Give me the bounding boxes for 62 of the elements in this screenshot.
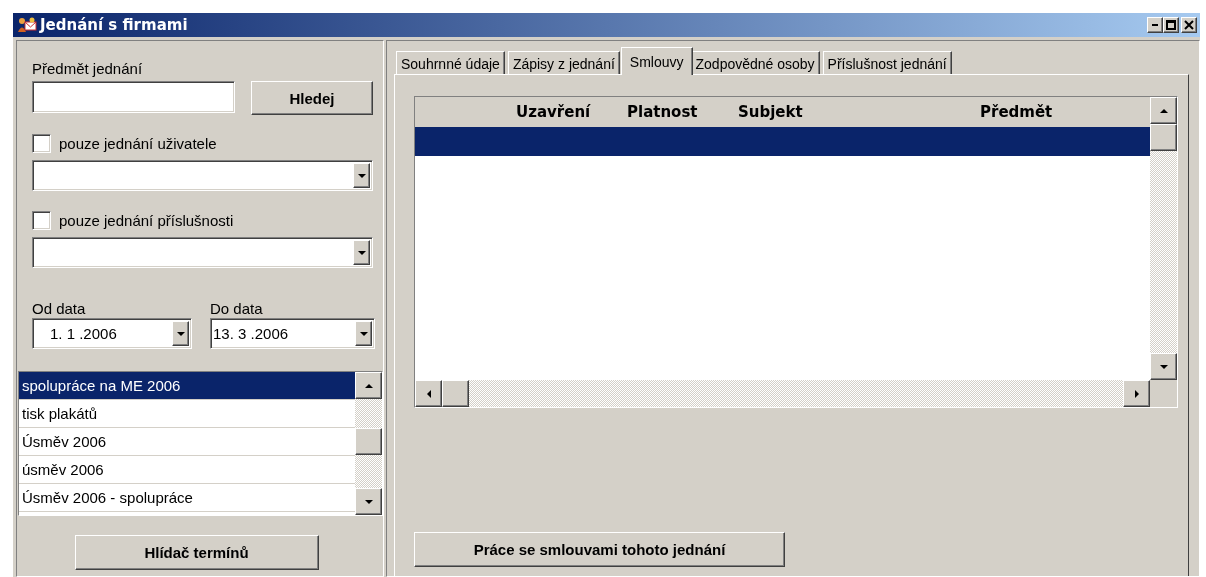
- scrollbar[interactable]: [415, 380, 1150, 407]
- checkbox-label: pouze jednání uživatele: [59, 134, 217, 152]
- scroll-thumb[interactable]: [1150, 124, 1177, 151]
- right-arrow-icon: [1132, 388, 1141, 399]
- close-button[interactable]: [1181, 17, 1197, 33]
- date-picker[interactable]: 1. 1 .2006: [32, 318, 192, 349]
- dropdown-button[interactable]: [355, 321, 372, 346]
- window-title: Jednání s firmami: [40, 16, 189, 34]
- scroll-left-button[interactable]: [415, 380, 442, 407]
- scrollbar[interactable]: [1150, 97, 1177, 380]
- minimize-icon: [1152, 24, 1158, 26]
- down-arrow-icon: [356, 171, 367, 180]
- date-label: Od data: [32, 300, 87, 317]
- up-arrow-icon: [1158, 106, 1169, 115]
- list-item[interactable]: Úsměv 2006 - spolupráce: [19, 484, 355, 512]
- down-arrow-icon: [363, 497, 374, 506]
- list-item[interactable]: tisk plakátů: [19, 400, 355, 428]
- checkbox[interactable]: [32, 210, 51, 230]
- column-header[interactable]: Předmět: [979, 103, 1150, 121]
- up-arrow-icon: [363, 381, 374, 390]
- scroll-up-button[interactable]: [355, 372, 382, 399]
- search-button[interactable]: Hledej: [251, 81, 373, 115]
- person-mail-icon: [17, 16, 37, 34]
- tab[interactable]: Zodpovědné osoby: [690, 51, 820, 75]
- maximize-icon: [1166, 20, 1176, 30]
- tab[interactable]: Zápisy z jednání: [507, 51, 620, 75]
- dropdown-button[interactable]: [353, 240, 370, 265]
- dropdown[interactable]: [32, 160, 373, 191]
- down-arrow-icon: [356, 248, 367, 257]
- close-icon: [1184, 20, 1194, 30]
- scroll-thumb[interactable]: [442, 380, 469, 407]
- search-field[interactable]: [32, 81, 235, 113]
- field-label: Předmět jednání: [32, 60, 144, 79]
- date-picker[interactable]: 13. 3 .2006: [210, 318, 375, 349]
- dropdown[interactable]: [32, 237, 373, 268]
- checkbox[interactable]: [32, 133, 51, 153]
- list-item[interactable]: spolupráce na ME 2006: [19, 372, 355, 400]
- column-header[interactable]: Subjekt: [737, 103, 979, 121]
- scroll-right-button[interactable]: [1123, 380, 1150, 407]
- scroll-thumb[interactable]: [355, 428, 382, 455]
- date-label: Do data: [210, 300, 264, 317]
- checkbox-label: pouze jednání příslušnosti: [59, 211, 234, 229]
- tab[interactable]: Příslušnost jednání: [822, 51, 952, 75]
- minimize-button[interactable]: [1147, 17, 1163, 33]
- down-arrow-icon: [358, 329, 369, 338]
- column-header[interactable]: Platnost: [626, 103, 737, 121]
- scroll-up-button[interactable]: [1150, 97, 1177, 124]
- tab[interactable]: Smlouvy: [620, 47, 693, 75]
- list-item[interactable]: úsměv 2006: [19, 456, 355, 484]
- contracts-button[interactable]: Práce se smlouvami tohoto jednání: [414, 532, 785, 567]
- dropdown-button[interactable]: [172, 321, 189, 346]
- dropdown-button[interactable]: [353, 163, 370, 188]
- maximize-button[interactable]: [1163, 17, 1179, 33]
- deadline-watch-button[interactable]: Hlídač termínů: [74, 535, 319, 570]
- down-arrow-icon: [175, 329, 186, 338]
- scroll-down-button[interactable]: [1150, 353, 1177, 380]
- tab[interactable]: Souhrnné údaje: [396, 51, 505, 75]
- scrollbar[interactable]: [355, 372, 382, 515]
- scroll-down-button[interactable]: [355, 488, 382, 515]
- column-header[interactable]: Uzavření: [515, 103, 626, 121]
- list-item[interactable]: Úsměv 2006: [19, 428, 355, 456]
- down-arrow-icon: [1158, 362, 1169, 371]
